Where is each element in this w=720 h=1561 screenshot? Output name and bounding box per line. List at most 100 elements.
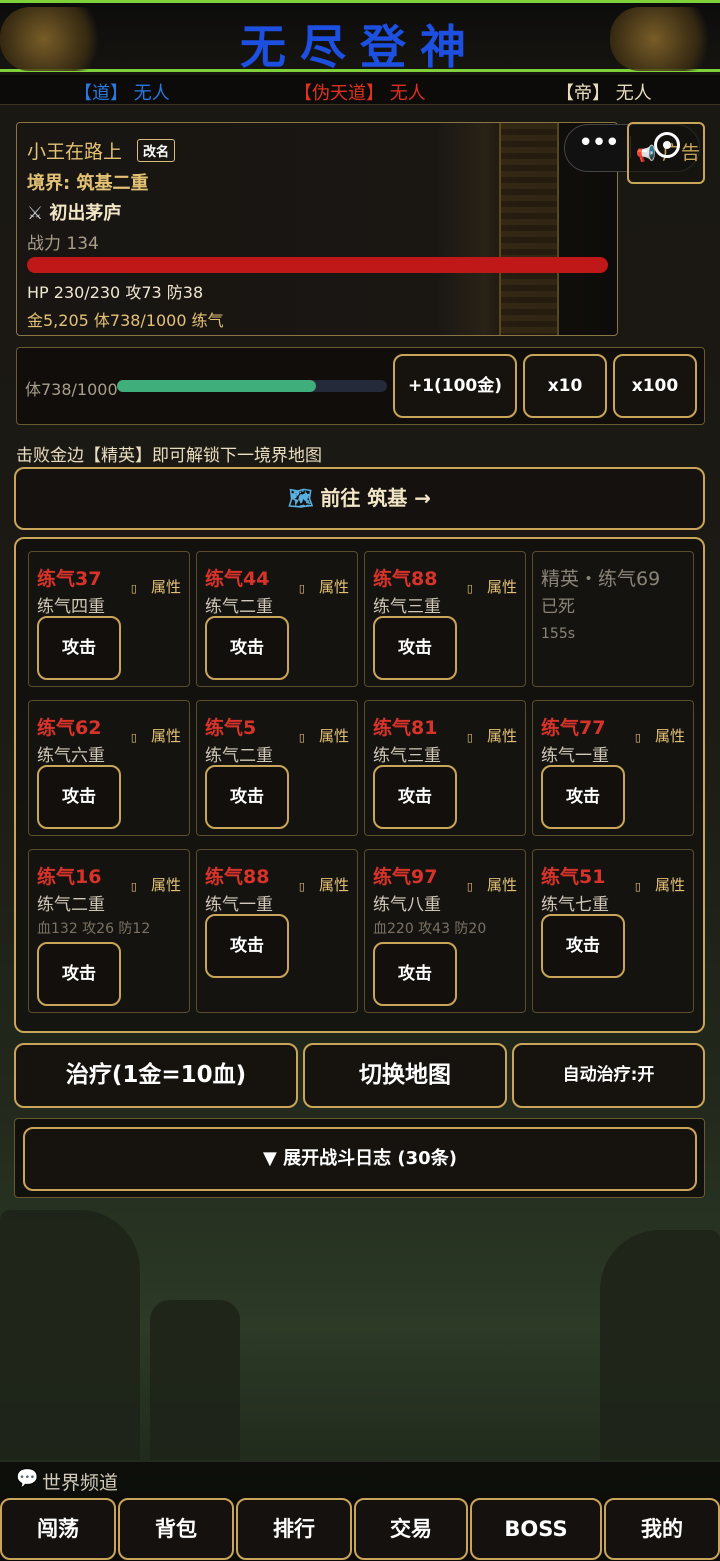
attribute-button[interactable]: ▯ 属性 <box>635 874 685 895</box>
nav-bag[interactable]: 背包 <box>118 1498 234 1560</box>
attribute-label: 属性 <box>150 876 181 894</box>
player-stats: HP 230/230 攻73 防38 <box>27 283 204 302</box>
respawn-timer: 155s <box>541 626 576 642</box>
rulers-bar: 【道】 无人 【伪天道】 无人 【帝】 无人 <box>0 75 720 105</box>
bottom-nav: 闯荡 背包 排行 交易 BOSS 我的 <box>0 1498 720 1561</box>
player-panel: 小王在路上 改名 境界: 筑基二重 ⚔ 初出茅庐 战力 134 HP 230/2… <box>16 122 618 336</box>
monster-name: 练气88 <box>205 866 270 888</box>
attack-button[interactable]: 攻击 <box>37 765 121 829</box>
monster-card: 练气97 练气八重 ▯ 属性 血220 攻43 防20 攻击 <box>364 849 526 1013</box>
close-target-icon-dot <box>663 141 671 149</box>
attack-button[interactable]: 攻击 <box>205 616 289 680</box>
nav-boss[interactable]: BOSS <box>470 1498 602 1560</box>
train-plus-one-button[interactable]: +1(100金) <box>393 354 517 418</box>
scenery-rock-mid <box>150 1300 240 1460</box>
auto-heal-toggle[interactable]: 自动治疗:开 <box>512 1043 705 1108</box>
player-name: 小王在路上 <box>27 141 123 163</box>
player-resources: 金5,205 体738/1000 练气 <box>27 311 224 330</box>
train-x100-button[interactable]: x100 <box>613 354 697 418</box>
attribute-icon: ▯ <box>466 880 473 893</box>
training-panel: 体738/1000 +1(100金) x10 x100 <box>16 347 705 425</box>
ruler-pseudo-dao-title: 【伪天道】 <box>294 83 384 104</box>
monster-name: 练气88 <box>373 568 438 590</box>
attribute-label: 属性 <box>654 727 685 745</box>
heal-button[interactable]: 治疗(1金=10血) <box>14 1043 298 1108</box>
attribute-button[interactable]: ▯ 属性 <box>299 576 349 597</box>
monster-realm: 练气三重 <box>373 597 441 617</box>
attack-button[interactable]: 攻击 <box>37 616 121 680</box>
monster-name: 练气97 <box>373 866 438 888</box>
attribute-icon: ▯ <box>466 582 473 595</box>
attack-button[interactable]: 攻击 <box>541 765 625 829</box>
attribute-button[interactable]: ▯ 属性 <box>299 725 349 746</box>
monster-name: 练气81 <box>373 717 438 739</box>
attribute-button[interactable]: ▯ 属性 <box>131 874 181 895</box>
scenery-rock-right <box>600 1230 720 1460</box>
monster-card: 练气37 练气四重 ▯ 属性 攻击 <box>28 551 190 687</box>
chat-bubble-icon: 💬 <box>16 1468 39 1489</box>
attack-button[interactable]: 攻击 <box>541 914 625 978</box>
training-progress-fill <box>117 380 317 392</box>
attribute-button[interactable]: ▯ 属性 <box>299 874 349 895</box>
monster-realm: 练气一重 <box>541 746 609 766</box>
combat-power: 战力 134 <box>27 234 99 254</box>
rename-button[interactable]: 改名 <box>137 139 176 162</box>
attack-button[interactable]: 攻击 <box>205 914 289 978</box>
attribute-label: 属性 <box>486 578 517 596</box>
ruler-pseudo-dao-name: 无人 <box>389 83 426 104</box>
nav-explore[interactable]: 闯荡 <box>0 1498 116 1560</box>
monster-card: 练气44 练气二重 ▯ 属性 攻击 <box>196 551 358 687</box>
ruler-dao: 【道】 无人 <box>74 79 170 105</box>
attack-button[interactable]: 攻击 <box>373 765 457 829</box>
attribute-label: 属性 <box>654 876 685 894</box>
attribute-button[interactable]: ▯ 属性 <box>131 725 181 746</box>
monster-stats: 血132 攻26 防12 <box>37 921 151 937</box>
attribute-label: 属性 <box>486 876 517 894</box>
more-dots-icon[interactable]: ••• <box>578 128 620 158</box>
hp-bar <box>27 257 608 273</box>
monster-name: 练气51 <box>541 866 606 888</box>
go-next-map-label: 前往 筑基 → <box>320 486 432 510</box>
player-title: ⚔ 初出茅庐 <box>27 199 121 225</box>
megaphone-icon: 📢 <box>636 144 656 163</box>
attribute-icon: ▯ <box>298 731 305 744</box>
attribute-button[interactable]: ▯ 属性 <box>635 725 685 746</box>
world-chat-bar[interactable]: 💬 世界频道 <box>0 1462 720 1498</box>
attribute-button[interactable]: ▯ 属性 <box>467 725 517 746</box>
monster-name: 练气37 <box>37 568 102 590</box>
monster-realm: 练气二重 <box>205 746 273 766</box>
monster-name: 练气77 <box>541 717 606 739</box>
ruler-dao-title: 【道】 <box>74 83 128 104</box>
attribute-button[interactable]: ▯ 属性 <box>131 576 181 597</box>
attribute-button[interactable]: ▯ 属性 <box>467 576 517 597</box>
monster-name: 练气16 <box>37 866 102 888</box>
attribute-icon: ▯ <box>130 582 137 595</box>
monster-realm: 练气四重 <box>37 597 105 617</box>
attribute-label: 属性 <box>318 578 349 596</box>
attribute-icon: ▯ <box>298 880 305 893</box>
nav-trade[interactable]: 交易 <box>354 1498 468 1560</box>
ruler-emperor-name: 无人 <box>615 83 652 104</box>
battle-log-panel: ▼ 展开战斗日志 (30条) <box>14 1118 705 1198</box>
attack-button[interactable]: 攻击 <box>373 616 457 680</box>
monster-realm: 练气七重 <box>541 895 609 915</box>
attribute-button[interactable]: ▯ 属性 <box>467 874 517 895</box>
attack-button[interactable]: 攻击 <box>37 942 121 1006</box>
monster-realm: 练气二重 <box>37 895 105 915</box>
panel-ornament <box>499 123 559 335</box>
attack-button[interactable]: 攻击 <box>205 765 289 829</box>
train-x10-button[interactable]: x10 <box>523 354 607 418</box>
game-title: 无尽登神 <box>240 20 480 74</box>
nav-rank[interactable]: 排行 <box>236 1498 352 1560</box>
go-next-map-button[interactable]: 🗺 前往 筑基 → <box>14 467 705 530</box>
switch-map-button[interactable]: 切换地图 <box>303 1043 507 1108</box>
player-title-text: 初出茅庐 <box>49 203 122 224</box>
unlock-hint: 击败金边【精英】即可解锁下一境界地图 <box>16 446 322 466</box>
ruler-dao-name: 无人 <box>133 83 170 104</box>
nav-me[interactable]: 我的 <box>604 1498 720 1560</box>
expand-battle-log-button[interactable]: ▼ 展开战斗日志 (30条) <box>23 1127 697 1191</box>
attribute-icon: ▯ <box>634 880 641 893</box>
map-icon: 🗺 <box>287 486 314 510</box>
monster-realm: 练气一重 <box>205 895 273 915</box>
attack-button[interactable]: 攻击 <box>373 942 457 1006</box>
